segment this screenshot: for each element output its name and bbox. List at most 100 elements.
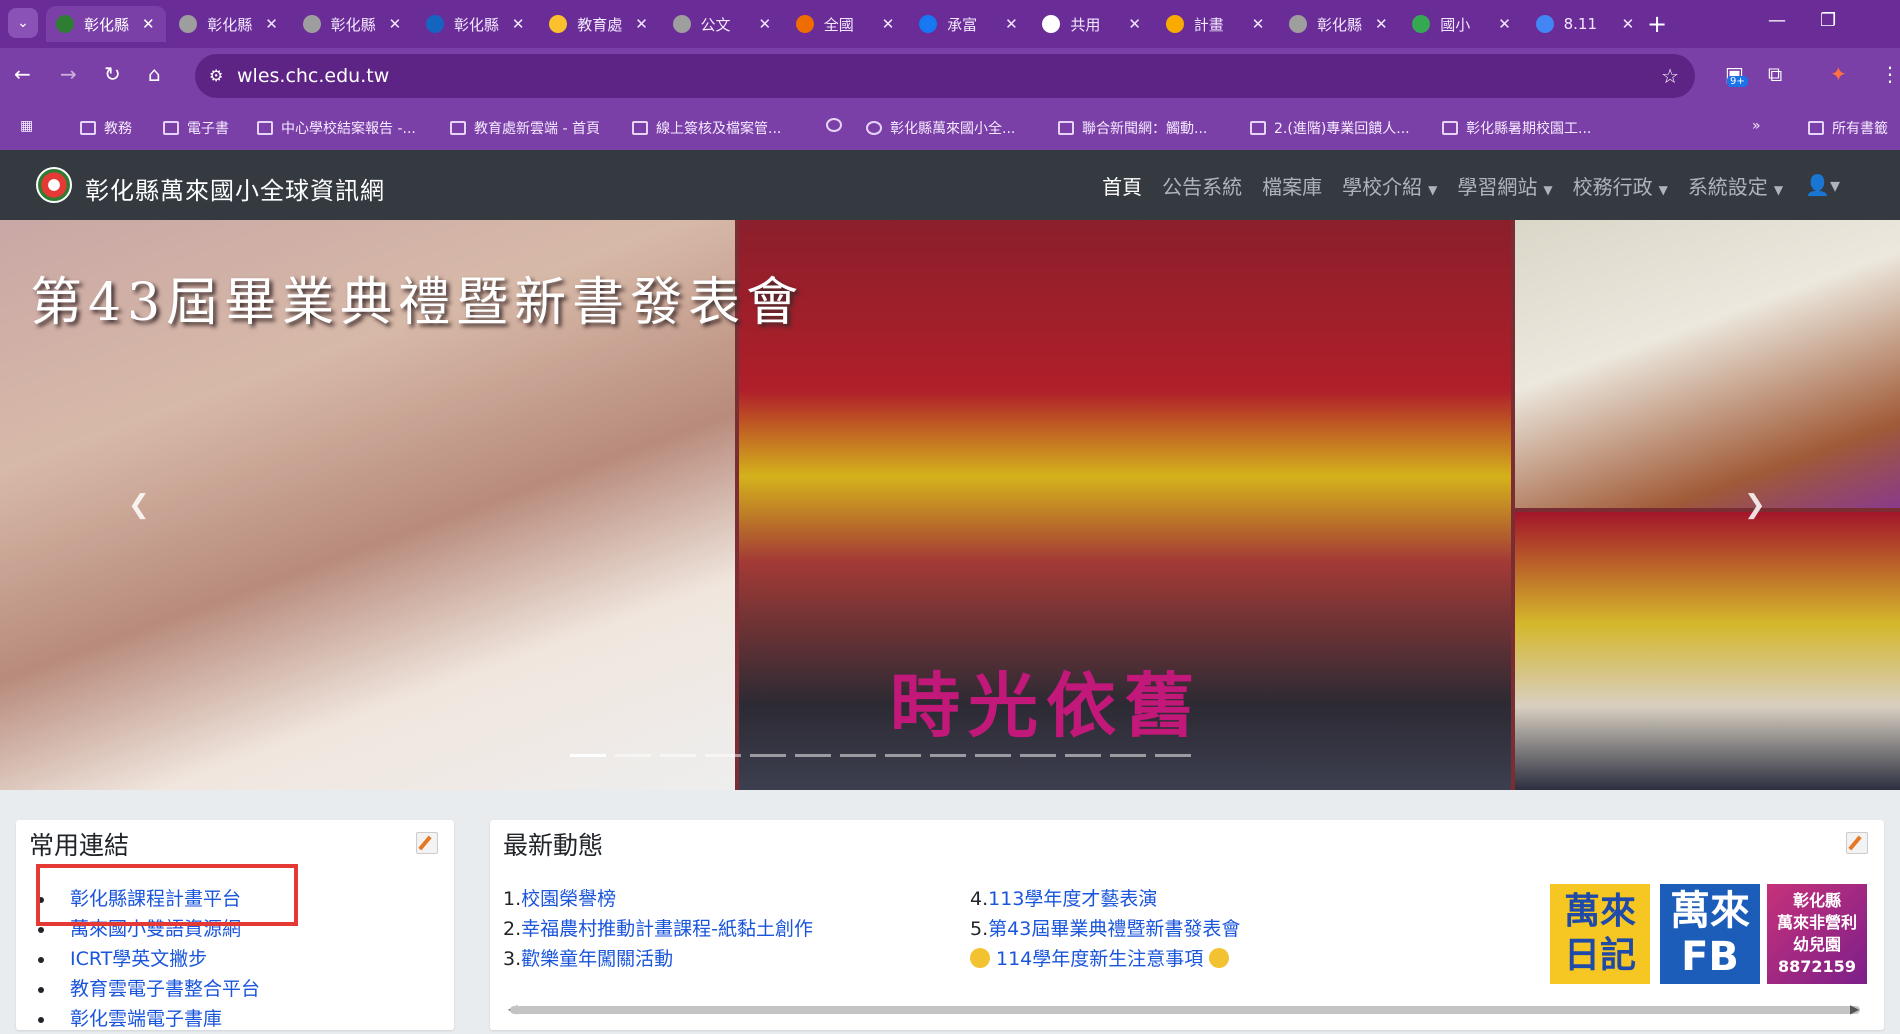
bookmark-item[interactable]: 2.(進階)專業回饋人... [1250,118,1410,138]
browser-tab[interactable]: 承富 ✕ [909,6,1029,42]
tab-search-button[interactable]: ⌄ [8,8,38,38]
bookmark-item[interactable]: 線上簽核及檔案管... [632,118,781,138]
browser-tab[interactable]: 教育處 ✕ [539,6,659,42]
carousel-indicator[interactable] [795,754,831,757]
reload-icon[interactable]: ↻ [104,62,121,86]
browser-tab[interactable]: 共用 ✕ [1032,6,1152,42]
browser-tab[interactable]: 彰化縣 ✕ [46,6,166,42]
browser-tab[interactable]: 彰化縣 ✕ [169,6,289,42]
bookmark-item[interactable]: 聯合新聞網：觸動... [1058,118,1207,138]
apps-grid-icon[interactable]: ▦ [20,118,33,134]
address-bar[interactable]: ⚙ wles.chc.edu.tw ☆ [195,54,1695,98]
news-title[interactable]: 校園榮譽榜 [521,888,616,910]
carousel-indicator[interactable] [615,754,651,757]
news-title[interactable]: 113學年度才藝表演 [988,888,1157,910]
carousel-indicator[interactable] [840,754,876,757]
link-item[interactable]: 彰化雲端電子書庫 [56,1004,260,1034]
edit-icon[interactable] [416,832,438,854]
news-title[interactable]: 114學年度新生注意事項 [996,948,1203,970]
bookmark-item[interactable]: 中心學校結案報告 -... [257,118,416,138]
carousel-indicator[interactable] [930,754,966,757]
carousel-prev-icon[interactable]: ❮ [128,490,150,520]
news-item[interactable]: 1.校園榮譽榜 [503,884,813,914]
link-text[interactable]: 教育雲電子書整合平台 [70,978,260,1000]
school-logo[interactable] [36,167,72,203]
browser-tab[interactable]: 國小 ✕ [1402,6,1522,42]
tab-close-icon[interactable]: ✕ [512,15,526,33]
carousel-indicator[interactable] [1065,754,1101,757]
bookmark-star-icon[interactable]: ☆ [1661,64,1679,88]
browser-tab[interactable]: 彰化縣 ✕ [293,6,413,42]
nav-menu-item[interactable]: 首頁 [1102,171,1142,200]
user-menu-icon[interactable]: 👤▾ [1805,173,1840,197]
nav-menu-item[interactable]: 公告系統 [1162,171,1242,200]
site-info-icon[interactable]: ⚙ [209,66,223,85]
tab-close-icon[interactable]: ✕ [635,15,649,33]
horizontal-scrollbar[interactable] [510,1006,1860,1014]
nav-menu-item[interactable]: 檔案庫 [1262,171,1322,200]
link-item[interactable]: ICRT學英文撇步 [56,944,260,974]
scroll-right-icon[interactable]: ▶ [1850,1002,1859,1016]
bookmarks-overflow-button[interactable]: » [1752,118,1761,134]
extensions-puzzle-icon[interactable]: ⧉ [1768,62,1782,86]
browser-tab[interactable]: 8.11 ✕ [1526,6,1646,42]
back-icon[interactable]: ← [14,62,31,86]
tab-close-icon[interactable]: ✕ [759,15,773,33]
more-menu-icon[interactable]: ⋮ [1880,62,1900,86]
browser-tab[interactable]: 公文 ✕ [663,6,783,42]
news-item[interactable]: 3.歡樂童年闖關活動 [503,944,813,974]
news-title[interactable]: 歡樂童年闖關活動 [521,948,673,970]
tab-close-icon[interactable]: ✕ [1498,15,1512,33]
profile-extension-icon[interactable]: ✦ [1830,62,1847,86]
news-item[interactable]: 2.幸福農村推動計畫課程-紙黏土創作 [503,914,813,944]
home-icon[interactable]: ⌂ [148,62,161,86]
tab-close-icon[interactable]: ✕ [1128,15,1142,33]
tab-close-icon[interactable]: ✕ [1252,15,1266,33]
bookmark-item[interactable]: 教務 [80,118,132,138]
bookmark-item[interactable]: 教育處新雲端 - 首頁 [450,118,600,138]
tab-close-icon[interactable]: ✕ [882,15,896,33]
news-item[interactable]: 5.第43屆畢業典禮暨新書發表會 [970,914,1240,944]
carousel-indicator[interactable] [975,754,1011,757]
link-text[interactable]: ICRT學英文撇步 [70,948,207,970]
tab-close-icon[interactable]: ✕ [142,15,156,33]
kindergarten-tile[interactable]: 彰化縣 萬來非營利 幼兒園 8872159 [1767,884,1867,984]
tab-close-icon[interactable]: ✕ [265,15,279,33]
carousel-indicator[interactable] [750,754,786,757]
site-title[interactable]: 彰化縣萬來國小全球資訊網 [85,171,385,206]
facebook-tile[interactable]: 萬來 FB [1660,884,1760,984]
bookmark-item[interactable]: 電子書 [163,118,229,138]
tab-close-icon[interactable]: ✕ [389,15,403,33]
bookmark-item[interactable]: 彰化縣暑期校園工... [1442,118,1591,138]
diary-tile[interactable]: 萬來 日記 [1550,884,1650,984]
nav-menu-item[interactable]: 系統設定 ▼ [1688,171,1783,200]
nav-menu-item[interactable]: 校務行政 ▼ [1573,171,1668,200]
forward-icon[interactable]: → [60,62,77,86]
all-bookmarks[interactable]: 所有書籤 [1808,118,1888,138]
nav-menu-item[interactable]: 學校介紹 ▼ [1342,171,1437,200]
new-tab-button[interactable]: + [1647,10,1667,38]
news-title[interactable]: 第43屆畢業典禮暨新書發表會 [988,918,1240,940]
browser-tab[interactable]: 全國 ✕ [786,6,906,42]
edit-icon[interactable] [1846,832,1868,854]
browser-tab[interactable]: 計畫 ✕ [1156,6,1276,42]
tab-close-icon[interactable]: ✕ [1622,15,1636,33]
tab-close-icon[interactable]: ✕ [1375,15,1389,33]
carousel-indicator[interactable] [570,754,606,757]
carousel-indicator[interactable] [660,754,696,757]
carousel-indicator[interactable] [885,754,921,757]
bookmark-item[interactable] [826,118,850,132]
bookmark-item[interactable]: 彰化縣萬來國小全... [866,118,1015,138]
browser-tab[interactable]: 彰化縣 ✕ [1279,6,1399,42]
carousel-indicator[interactable] [1020,754,1056,757]
nav-menu-item[interactable]: 學習網站 ▼ [1457,171,1552,200]
minimize-button[interactable]: — [1768,10,1786,31]
link-text[interactable]: 彰化雲端電子書庫 [70,1008,222,1030]
news-title[interactable]: 幸福農村推動計畫課程-紙黏土創作 [521,918,813,940]
carousel-indicator[interactable] [1155,754,1191,757]
tab-close-icon[interactable]: ✕ [1005,15,1019,33]
news-item[interactable]: 4.113學年度才藝表演 [970,884,1240,914]
carousel-indicator[interactable] [705,754,741,757]
carousel-indicator[interactable] [1110,754,1146,757]
link-item[interactable]: 教育雲電子書整合平台 [56,974,260,1004]
